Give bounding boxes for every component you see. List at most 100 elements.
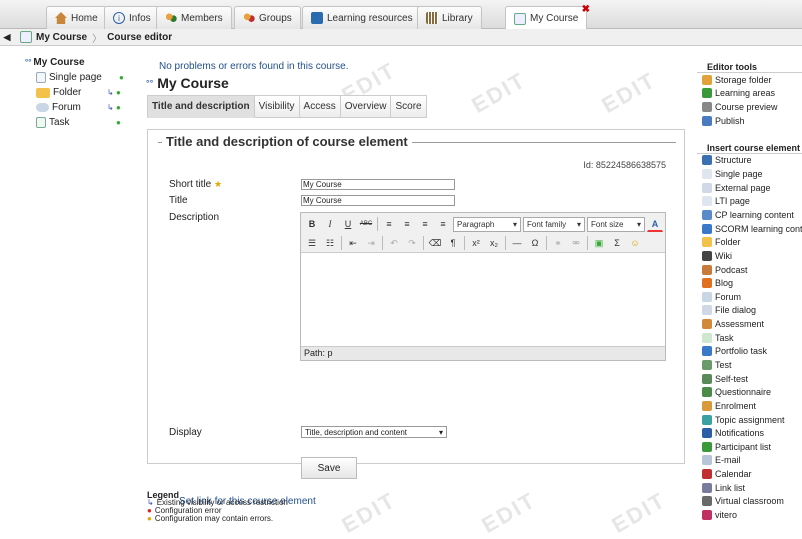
clear-format-icon[interactable]: ⌫ [427,235,443,251]
tab-label: Home [71,12,98,24]
tab-groups[interactable]: Groups [234,6,301,29]
tab-score[interactable]: Score [391,95,427,118]
insert-file-dialog[interactable]: File dialog [697,304,802,318]
paragraph-mark-icon[interactable]: ¶ [445,235,461,251]
insert-self-test[interactable]: Self-test [697,372,802,386]
superscript-icon[interactable]: x² [468,235,484,251]
tree-item-label: Forum [52,102,81,113]
insert-structure[interactable]: Structure [697,154,802,168]
tab-learning-resources[interactable]: Learning resources [302,6,422,29]
subscript-icon[interactable]: x₂ [486,235,502,251]
link-icon[interactable]: ⚭ [550,235,566,251]
breadcrumb-course[interactable]: My Course [36,32,87,43]
tab-overview[interactable]: Overview [340,95,392,118]
tab-access[interactable]: Access [299,95,341,118]
tree-root[interactable]: °° My Course [25,55,140,70]
tree-item-task[interactable]: Task ● [25,115,140,130]
insert-external-page[interactable]: External page [697,181,802,195]
tab-title-and-description[interactable]: Title and description [147,95,255,118]
insert-forum[interactable]: Forum [697,290,802,304]
insert-wiki[interactable]: Wiki [697,249,802,263]
insert-calendar[interactable]: Calendar [697,467,802,481]
insert-podcast[interactable]: Podcast [697,263,802,277]
image-icon[interactable]: ▣ [591,235,607,251]
math-sigma-icon[interactable]: Σ [609,235,625,251]
insert-vitero[interactable]: vitero [697,508,802,522]
align-left-icon[interactable]: ≡ [381,216,397,232]
redo-icon[interactable]: ↷ [404,235,420,251]
special-char-icon[interactable]: Ω [527,235,543,251]
tab-home[interactable]: Home [46,6,107,29]
bullet-list-icon[interactable]: ☰ [304,235,320,251]
back-arrow-icon[interactable]: ◀ [0,32,14,43]
close-icon[interactable]: ✖ [582,4,590,15]
tool-learning-areas[interactable]: Learning areas [697,87,802,101]
tool-course-preview[interactable]: Course preview [697,100,802,114]
insert-lti-page[interactable]: LTI page [697,194,802,208]
short-title-field[interactable]: My Course [301,179,455,190]
insert-participant-list[interactable]: Participant list [697,440,802,454]
tree-item-forum[interactable]: Forum ↳ ● [25,100,140,115]
insert-enrolment[interactable]: Enrolment [697,399,802,413]
rich-text-editor[interactable]: B I U ABC ≡ ≡ ≡ ≡ Paragraph ▾ Font family… [300,212,666,361]
font-size-select[interactable]: Font size ▾ [587,216,645,232]
assessment-icon [702,319,712,330]
insert-single-page[interactable]: Single page [697,167,802,181]
save-button[interactable]: Save [301,457,357,479]
sidebar-item-label: Forum [715,291,742,302]
display-select[interactable]: Title, description and content ▾ [301,426,447,438]
insert-portfolio-task[interactable]: Portfolio task [697,345,802,359]
horizontal-rule-icon[interactable]: — [509,235,525,251]
tab-library[interactable]: Library [417,6,482,29]
sidebar-item-label: Portfolio task [715,346,768,357]
italic-button[interactable]: I [322,216,338,232]
insert-topic-assignment[interactable]: Topic assignment [697,413,802,427]
insert-link-list[interactable]: Link list [697,481,802,495]
wiki-icon [702,250,712,261]
insert-scorm[interactable]: SCORM learning content [697,222,802,236]
insert-test[interactable]: Test [697,358,802,372]
insert-assessment[interactable]: Assessment [697,317,802,331]
ok-status-icon: ● [116,118,121,127]
font-family-select[interactable]: Font family ▾ [523,216,585,232]
align-justify-icon[interactable]: ≡ [435,216,451,232]
title-field[interactable]: My Course [301,195,455,206]
tool-publish[interactable]: Publish [697,114,802,128]
insert-cp-content[interactable]: CP learning content [697,208,802,222]
bold-button[interactable]: B [304,216,320,232]
sidebar-item-label: Notifications [715,428,765,439]
tool-storage-folder[interactable]: Storage folder [697,73,802,87]
undo-icon[interactable]: ↶ [386,235,402,251]
tab-my-course[interactable]: My Course ✖ [505,4,590,30]
tree-item-folder[interactable]: Folder ↳ ● [25,85,140,100]
tab-infos[interactable]: i Infos [104,6,160,29]
tree-item-single-page[interactable]: Single page ● [25,70,140,85]
insert-blog[interactable]: Blog [697,276,802,290]
underline-button[interactable]: U [340,216,356,232]
unlink-icon[interactable]: ⚮ [568,235,584,251]
insert-folder[interactable]: Folder [697,235,802,249]
insert-virtual-classroom[interactable]: Virtual classroom [697,495,802,509]
align-right-icon[interactable]: ≡ [417,216,433,232]
text-color-icon[interactable]: A [647,216,663,232]
tab-visibility[interactable]: Visibility [254,95,300,118]
smiley-icon[interactable]: ☺ [627,235,643,251]
course-icon [20,31,32,43]
insert-task[interactable]: Task [697,331,802,345]
scorm-icon [702,223,712,234]
indent-icon[interactable]: ⇥ [363,235,379,251]
strikethrough-button[interactable]: ABC [358,216,374,232]
tab-members[interactable]: Members [156,6,232,29]
outdent-icon[interactable]: ⇤ [345,235,361,251]
insert-email[interactable]: E-mail [697,454,802,468]
panel-title: Title and description of course element [162,134,412,149]
blog-icon [702,278,712,289]
tab-label: Members [181,12,223,24]
align-center-icon[interactable]: ≡ [399,216,415,232]
editor-tools-list: Storage folder Learning areas Course previ… [697,73,802,128]
insert-questionnaire[interactable]: Questionnaire [697,385,802,399]
numbered-list-icon[interactable]: ☷ [322,235,338,251]
insert-notifications[interactable]: Notifications [697,426,802,440]
display-label: Display [169,427,202,438]
paragraph-select[interactable]: Paragraph ▾ [453,216,521,232]
